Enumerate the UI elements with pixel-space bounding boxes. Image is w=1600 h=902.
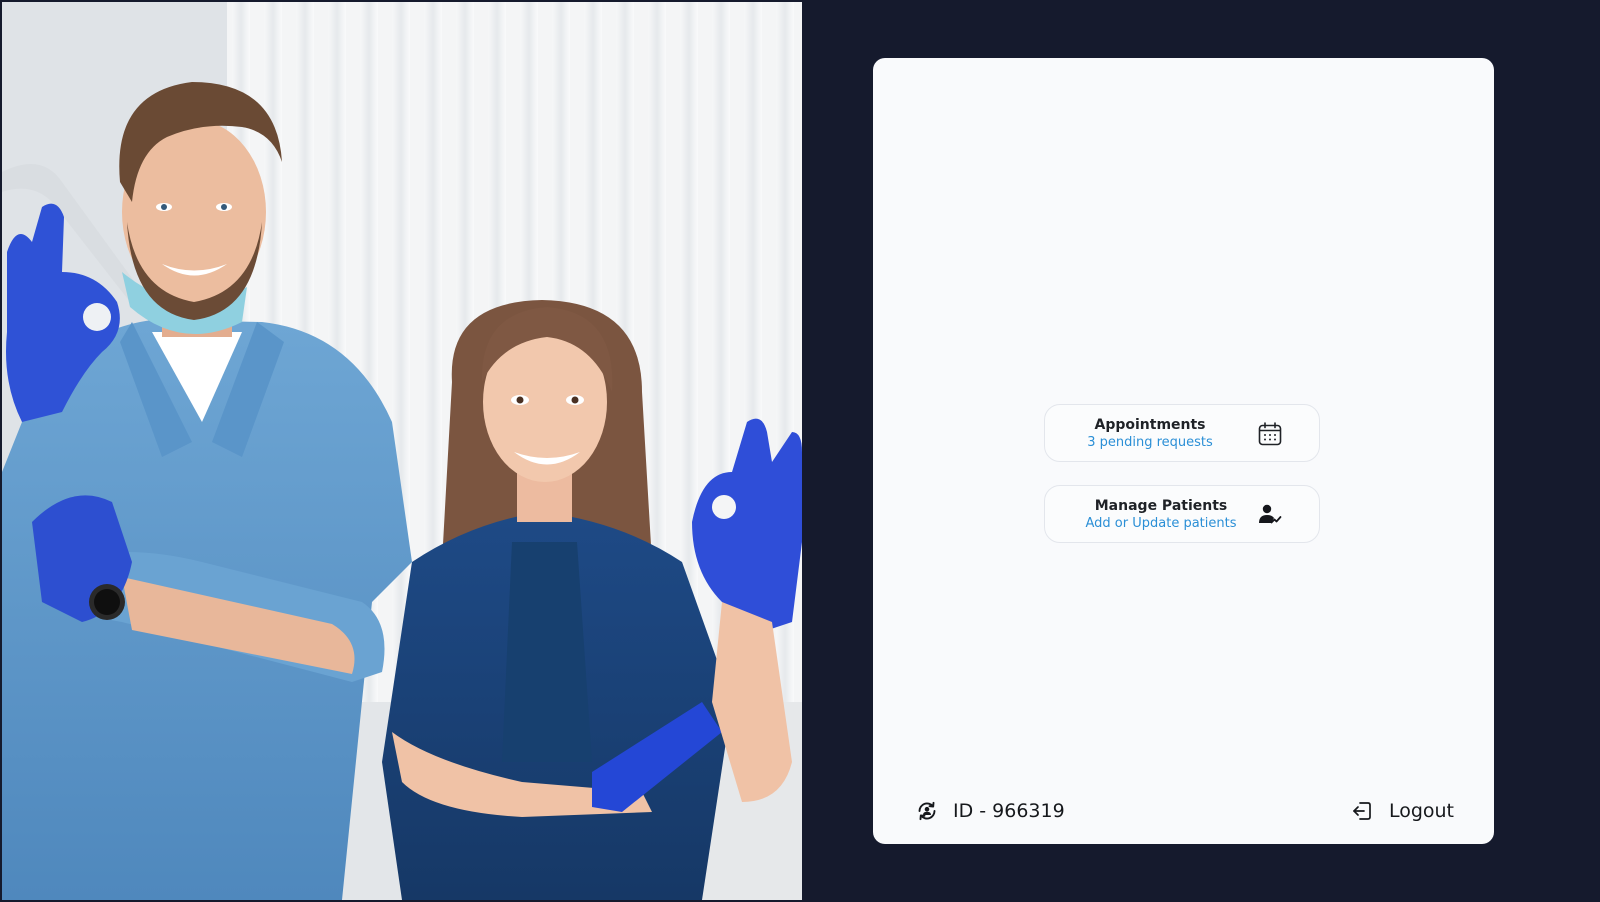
sync-user-icon bbox=[918, 801, 936, 821]
appointments-button[interactable]: Appointments 3 pending requests bbox=[1044, 404, 1320, 462]
manage-patients-text: Manage Patients Add or Update patients bbox=[1081, 497, 1241, 532]
hero-illustration bbox=[2, 2, 802, 900]
manage-patients-label: Manage Patients bbox=[1094, 498, 1228, 514]
appointments-text: Appointments 3 pending requests bbox=[1085, 416, 1215, 451]
app-root: Choose your task Appointments 3 pending … bbox=[0, 0, 1600, 902]
logout-label: Logout bbox=[1388, 800, 1454, 822]
patient-edit-icon bbox=[1259, 504, 1282, 524]
appointments-sublabel: 3 pending requests bbox=[1087, 435, 1213, 450]
user-id: ID - 966319 bbox=[915, 796, 1065, 826]
manage-patients-sublabel: Add or Update patients bbox=[1085, 516, 1237, 531]
task-card: Choose your task Appointments 3 pending … bbox=[873, 58, 1494, 844]
logout-icon bbox=[1353, 802, 1371, 820]
logout-button[interactable]: Logout bbox=[1351, 796, 1454, 826]
hero-image bbox=[2, 2, 802, 900]
user-id-text: ID - 966319 bbox=[953, 800, 1065, 822]
manage-patients-button[interactable]: Manage Patients Add or Update patients bbox=[1044, 485, 1320, 543]
calendar-icon bbox=[1258, 422, 1282, 446]
appointments-label: Appointments bbox=[1094, 417, 1206, 433]
